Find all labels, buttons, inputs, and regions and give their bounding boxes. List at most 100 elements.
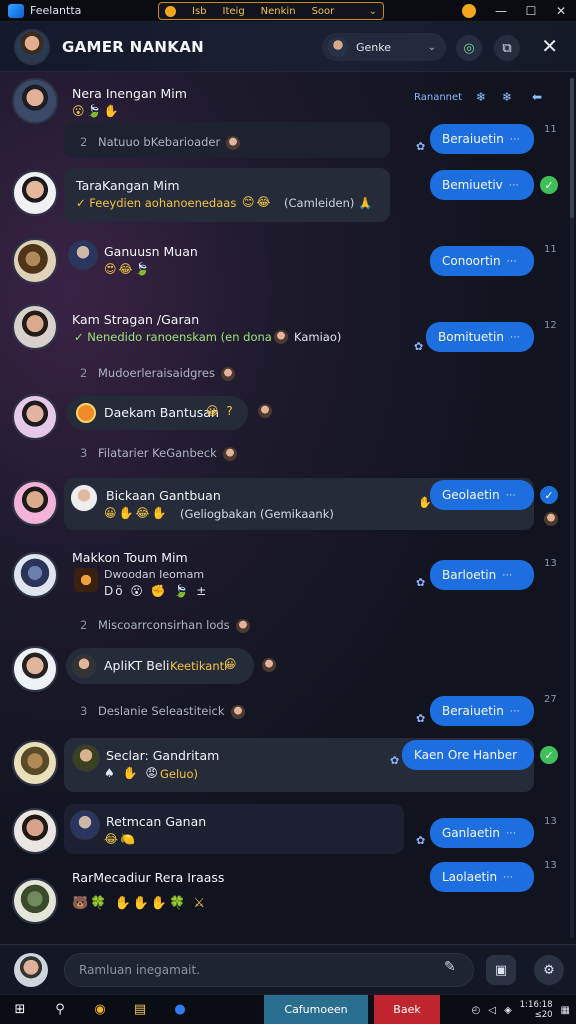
check-icon: ✓ — [540, 176, 558, 194]
avatar[interactable] — [14, 953, 48, 987]
message-bubble[interactable]: Ganlaetin ⋯ — [430, 818, 534, 848]
status-icon[interactable]: ◎ — [456, 35, 482, 61]
reaction-icon[interactable]: ✿ — [416, 140, 425, 153]
avatar[interactable] — [12, 394, 58, 440]
line-number: 2 — [80, 618, 88, 632]
bubble-tail: ⋯ — [505, 489, 516, 501]
search-icon[interactable]: ⚲ — [40, 995, 80, 1024]
message-bubble[interactable]: Barloetin ⋯ — [430, 560, 534, 590]
preview-text: Keetikanti — [170, 659, 228, 673]
browser-icon[interactable]: ◉ — [80, 995, 120, 1024]
wifi-icon[interactable]: ◈ — [504, 1005, 512, 1016]
timestamp: 12 — [544, 320, 557, 331]
message-bubble[interactable]: Kaen Ore Hanber — [402, 740, 534, 770]
menu-item[interactable]: Soor — [312, 6, 335, 17]
avatar[interactable] — [12, 878, 58, 924]
windows-start-icon[interactable]: ⊞ — [0, 995, 40, 1024]
arrow-left-icon[interactable]: ⬅ — [532, 90, 542, 104]
message-text: Ganlaetin — [442, 826, 500, 840]
clock[interactable]: 1:16:18 ≤20 — [520, 1000, 553, 1020]
chevron-down-icon[interactable]: ⌄ — [369, 6, 377, 17]
avatar[interactable] — [12, 808, 58, 854]
system-text: Deslanie Seleastiteick — [98, 704, 225, 718]
settings-icon[interactable]: ⚙ — [534, 955, 564, 985]
menu-item[interactable]: Isb — [192, 6, 207, 17]
screenshot-icon[interactable]: ⧉ — [494, 35, 520, 61]
message-bubble[interactable]: Geolaetin ⋯ — [430, 480, 534, 510]
contact-name: Makkon Toum Mim — [72, 550, 188, 565]
system-line: 2 Miscoarrconsirhan lods — [80, 618, 250, 633]
message-bubble[interactable]: Bomituetin ⋯ — [426, 322, 534, 352]
emoji-icon[interactable] — [462, 4, 476, 18]
avatar[interactable] — [12, 552, 58, 598]
emoji-row: 😂🍋 — [104, 832, 137, 846]
avatar[interactable] — [12, 740, 58, 786]
preview-text: (Geliogbakan (Gemikaank) — [180, 507, 334, 521]
close-icon[interactable]: ✕ — [541, 34, 558, 58]
volume-icon[interactable]: ◁ — [488, 1005, 496, 1016]
message-bubble[interactable]: Conoortin ⋯ — [430, 246, 534, 276]
reaction-icon[interactable]: ✿ — [416, 834, 425, 847]
system-text: Filatarier KeGanbeck — [98, 446, 217, 460]
scrollbar-thumb[interactable] — [570, 78, 574, 218]
menu-item[interactable]: Nenkin — [261, 6, 296, 17]
preview-text: ✓ Nenedido ranoenskam (en dona — [74, 330, 272, 344]
scrollbar[interactable] — [570, 78, 574, 938]
avatar — [235, 618, 250, 633]
app-icon[interactable]: ● — [160, 995, 200, 1024]
taskbar-task[interactable]: Baek — [374, 994, 440, 1024]
image-icon[interactable]: ▣ — [486, 955, 516, 985]
user-selector-label: Genke — [356, 40, 392, 54]
page-title: GAMER NANKAN — [62, 37, 204, 56]
minimize-button[interactable]: — — [486, 4, 516, 18]
message-text: Laolaetin — [442, 870, 498, 884]
emoji-row: 😍😂🍃 — [104, 262, 152, 276]
folder-icon[interactable]: ▤ — [120, 995, 160, 1024]
titlebar-menu[interactable]: Isb Iteig Nenkin Soor ⌄ — [158, 2, 384, 20]
avatar[interactable] — [12, 78, 58, 124]
avatar[interactable] — [12, 304, 58, 350]
timestamp: 13 — [544, 816, 557, 827]
contact-name: RarMecadiur Rera Iraass — [72, 870, 225, 885]
bubble-tail: ⋯ — [503, 871, 514, 883]
reaction-icon[interactable]: ✿ — [416, 712, 425, 725]
avatar[interactable] — [12, 170, 58, 216]
message-bubble[interactable]: Beraiuetin ⋯ — [430, 696, 534, 726]
avatar[interactable] — [12, 238, 58, 284]
message-text: Beraiuetin — [442, 132, 504, 146]
notification-icon[interactable]: ▦ — [561, 1005, 570, 1016]
chevron-down-icon: ⌄ — [427, 41, 436, 53]
system-line: 2 Natuuo bKebarioader — [80, 135, 241, 150]
avatar — [220, 366, 235, 381]
message-bubble[interactable]: Bemiuetiv ⋯ — [430, 170, 534, 200]
reaction-icon[interactable]: ✿ — [414, 340, 423, 353]
maximize-button[interactable]: ☐ — [516, 4, 546, 18]
emoji-row: ♠ ✋ 😡 — [104, 766, 160, 780]
pen-icon[interactable]: ✎ — [444, 959, 456, 975]
close-window-button[interactable]: ✕ — [546, 4, 576, 18]
preview-text: Geluo) — [160, 767, 198, 781]
clock-time: 1:16:18 — [519, 1000, 553, 1010]
contact-name: TaraKangan Mim — [76, 178, 180, 193]
message-bubble[interactable]: Beraiuetin ⋯ — [430, 124, 534, 154]
message-input[interactable]: Ramluan inegamait. — [64, 953, 474, 987]
window-controls: — ☐ ✕ — [462, 0, 576, 22]
reaction-icon[interactable]: ✋ — [418, 496, 432, 509]
avatar[interactable] — [14, 28, 50, 65]
avatar[interactable] — [12, 480, 58, 526]
menu-item[interactable]: Iteig — [223, 6, 245, 17]
clock-date: ≤20 — [534, 1010, 553, 1020]
message-bubble[interactable]: Laolaetin ⋯ — [430, 862, 534, 892]
list-item[interactable] — [64, 168, 390, 222]
chat-list[interactable]: Ranannet ❄ ❄ ⬅ Nera Inengan Mim 😮🍃✋ 2 Nat… — [0, 72, 576, 944]
avatar — [274, 330, 288, 344]
list-item[interactable] — [64, 804, 404, 854]
taskbar-task[interactable]: Cafumoeen — [264, 994, 368, 1024]
network-icon[interactable]: ◴ — [472, 1005, 481, 1016]
reaction-icon[interactable]: ✿ — [390, 754, 399, 767]
avatar[interactable] — [12, 646, 58, 692]
bubble-tail: ⋯ — [509, 133, 520, 145]
user-selector[interactable]: Genke ⌄ — [322, 33, 446, 61]
snowflake-icon: ❄ — [502, 90, 513, 104]
reaction-icon[interactable]: ✿ — [416, 576, 425, 589]
